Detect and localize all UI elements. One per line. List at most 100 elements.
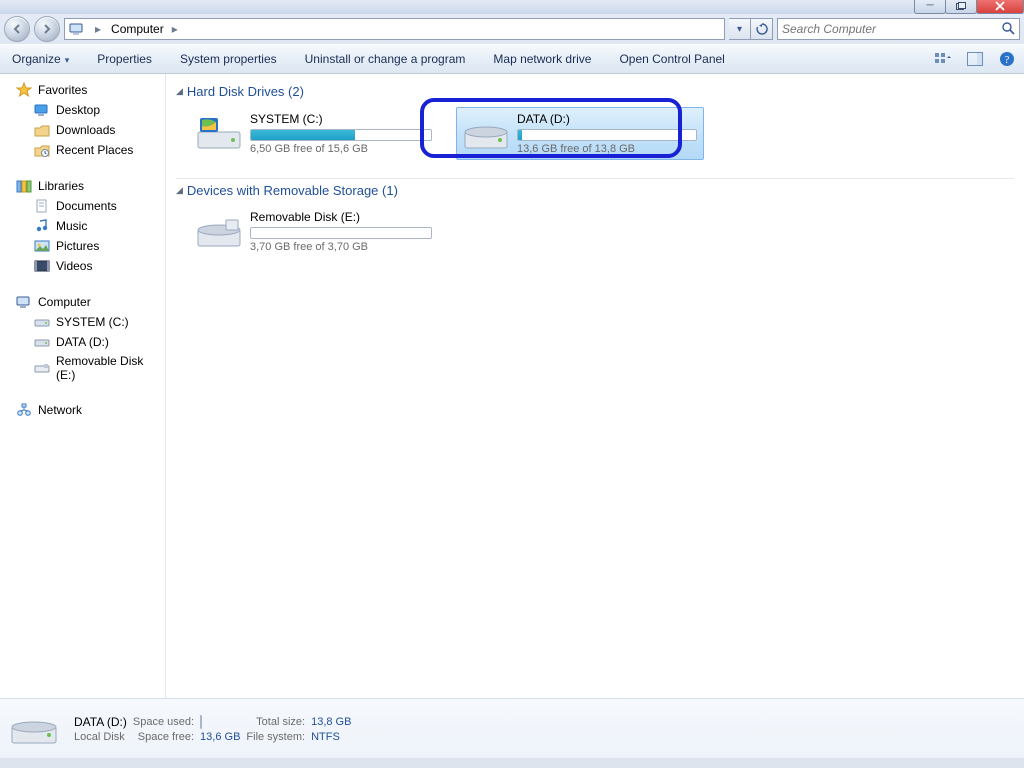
details-type: Local Disk — [74, 731, 127, 743]
drive-free-text: 13,6 GB free of 13,8 GB — [517, 143, 697, 155]
usage-bar — [250, 129, 432, 141]
details-pane: DATA (D:) Space used: Total size: 13,8 G… — [0, 698, 1024, 758]
star-icon — [16, 82, 32, 98]
details-total-size-label: Total size: — [246, 716, 305, 728]
sidebar-favorites-header[interactable]: Favorites — [0, 80, 165, 100]
sidebar-videos[interactable]: Videos — [0, 256, 165, 276]
sidebar-item-label: Videos — [56, 259, 92, 273]
drive-icon — [34, 334, 50, 350]
sidebar-item-label: Pictures — [56, 239, 99, 253]
downloads-icon — [34, 122, 50, 138]
window-titlebar: ─ — [0, 0, 1024, 14]
system-drive-icon — [196, 114, 242, 154]
sidebar-libraries-header[interactable]: Libraries — [0, 176, 165, 196]
removable-drive-icon — [196, 212, 242, 252]
sidebar-computer-header[interactable]: Computer — [0, 292, 165, 312]
details-space-used-label: Space used: — [133, 716, 194, 728]
drive-icon — [10, 709, 58, 749]
libraries-icon — [16, 178, 32, 194]
details-filesystem-label: File system: — [246, 731, 305, 743]
drive-icon — [34, 314, 50, 330]
pictures-icon — [34, 238, 50, 254]
drive-name: Removable Disk (E:) — [250, 210, 432, 224]
breadcrumb[interactable]: ▸ Computer ▸ — [64, 18, 725, 40]
chevron-right-icon: ▸ — [89, 22, 107, 36]
drive-tile-d[interactable]: DATA (D:) 13,6 GB free of 13,8 GB — [456, 107, 704, 160]
address-bar: ▸ Computer ▸ ▾ — [0, 14, 1024, 44]
sidebar-item-label: DATA (D:) — [56, 335, 109, 349]
details-space-free-value: 13,6 GB — [200, 731, 240, 743]
refresh-button[interactable] — [751, 18, 773, 40]
recent-icon — [34, 142, 50, 158]
details-space-free-label: Space free: — [133, 731, 194, 743]
sidebar-item-label: Recent Places — [56, 143, 133, 157]
search-box[interactable] — [777, 18, 1020, 40]
open-control-panel-button[interactable]: Open Control Panel — [605, 52, 738, 66]
minimize-button[interactable]: ─ — [914, 0, 946, 14]
drive-free-text: 3,70 GB free of 3,70 GB — [250, 241, 432, 253]
breadcrumb-dropdown-button[interactable]: ▾ — [729, 18, 751, 40]
computer-icon — [16, 294, 32, 310]
system-properties-button[interactable]: System properties — [166, 52, 291, 66]
collapse-icon: ◢ — [176, 86, 183, 97]
sidebar-drive-d[interactable]: DATA (D:) — [0, 332, 165, 352]
group-title: Devices with Removable Storage (1) — [187, 183, 398, 198]
sidebar-item-label: Desktop — [56, 103, 100, 117]
sidebar-documents[interactable]: Documents — [0, 196, 165, 216]
drive-name: SYSTEM (C:) — [250, 112, 432, 126]
command-bar: Organize Properties System properties Un… — [0, 44, 1024, 74]
music-icon — [34, 218, 50, 234]
sidebar-pictures[interactable]: Pictures — [0, 236, 165, 256]
sidebar-item-label: SYSTEM (C:) — [56, 315, 129, 329]
sidebar-item-label: Favorites — [38, 83, 87, 97]
group-title: Hard Disk Drives (2) — [187, 84, 304, 99]
sidebar-item-label: Downloads — [56, 123, 115, 137]
breadcrumb-computer[interactable]: Computer — [107, 19, 166, 39]
search-input[interactable] — [778, 22, 1019, 36]
organize-menu[interactable]: Organize — [8, 52, 83, 66]
sidebar-music[interactable]: Music — [0, 216, 165, 236]
computer-icon — [68, 20, 86, 38]
sidebar-item-label: Libraries — [38, 179, 84, 193]
collapse-icon: ◢ — [176, 185, 183, 196]
uninstall-program-button[interactable]: Uninstall or change a program — [291, 52, 480, 66]
details-filesystem-value: NTFS — [311, 731, 351, 743]
sidebar-item-label: Music — [56, 219, 87, 233]
usage-bar — [517, 129, 697, 141]
sidebar-drive-e[interactable]: Removable Disk (E:) — [0, 352, 165, 384]
properties-button[interactable]: Properties — [83, 52, 166, 66]
sidebar-desktop[interactable]: Desktop — [0, 100, 165, 120]
drive-tile-e[interactable]: Removable Disk (E:) 3,70 GB free of 3,70… — [190, 206, 438, 257]
usage-bar — [250, 227, 432, 239]
group-removable-storage[interactable]: ◢ Devices with Removable Storage (1) — [176, 179, 1014, 202]
svg-text:?: ? — [1005, 54, 1010, 66]
details-usage-bar — [200, 715, 202, 729]
group-hard-disk-drives[interactable]: ◢ Hard Disk Drives (2) — [176, 80, 1014, 103]
removable-drive-icon — [34, 360, 50, 376]
nav-back-button[interactable] — [4, 16, 30, 42]
sidebar-recent-places[interactable]: Recent Places — [0, 140, 165, 160]
close-button[interactable] — [976, 0, 1024, 14]
sidebar-item-label: Removable Disk (E:) — [56, 354, 157, 382]
sidebar-drive-c[interactable]: SYSTEM (C:) — [0, 312, 165, 332]
nav-forward-button[interactable] — [34, 16, 60, 42]
details-name: DATA (D:) — [74, 715, 127, 729]
chevron-right-icon: ▸ — [166, 22, 184, 36]
details-total-size-value: 13,8 GB — [311, 716, 351, 728]
maximize-button[interactable] — [945, 0, 977, 14]
preview-pane-button[interactable] — [966, 50, 984, 68]
sidebar-item-label: Computer — [38, 295, 91, 309]
drive-icon — [463, 114, 509, 154]
documents-icon — [34, 198, 50, 214]
drive-free-text: 6,50 GB free of 15,6 GB — [250, 143, 432, 155]
sidebar-downloads[interactable]: Downloads — [0, 120, 165, 140]
map-network-drive-button[interactable]: Map network drive — [479, 52, 605, 66]
desktop-icon — [34, 102, 50, 118]
view-options-button[interactable] — [934, 50, 952, 68]
network-icon — [16, 402, 32, 418]
sidebar-network-header[interactable]: Network — [0, 400, 165, 420]
drive-name: DATA (D:) — [517, 112, 697, 126]
sidebar-item-label: Documents — [56, 199, 117, 213]
drive-tile-c[interactable]: SYSTEM (C:) 6,50 GB free of 15,6 GB — [190, 107, 438, 160]
help-button[interactable]: ? — [998, 50, 1016, 68]
